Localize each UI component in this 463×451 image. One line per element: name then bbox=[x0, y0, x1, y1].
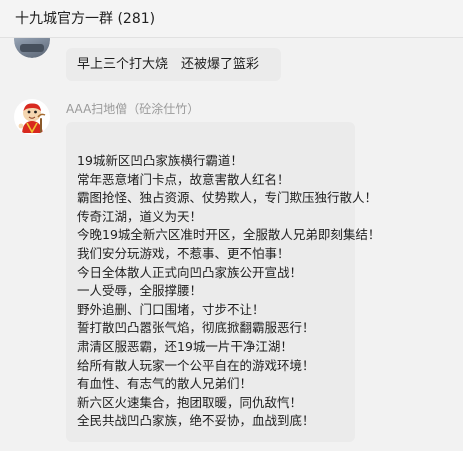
message-bubble[interactable]: 早上三个打大烧 还被爆了篮彩 bbox=[66, 48, 281, 81]
message-line: 全民共战凹凸家族，绝不妥协，血战到底！ bbox=[77, 413, 315, 429]
message-body: 19城新区凹凸家族横行霸道！ 常年恶意堵门卡点，故意害散人红名！ 霸图抢怪、独占… bbox=[77, 152, 380, 431]
message-line: 给所有散人玩家一个公平自在的游戏环境！ bbox=[77, 357, 315, 373]
message-line: 肃清区服恶霸，还19城一片干净江湖！ bbox=[77, 338, 293, 354]
chat-window: 十九城官方一群 (281) 早上三个打大烧 还被爆了篮彩 AAA扫地僧（砼涂仕竹… bbox=[0, 0, 463, 451]
message-line: 有血性、有志气的散人兄弟们！ bbox=[77, 376, 253, 392]
message-bubble[interactable]: 19城新区凹凸家族横行霸道！ 常年恶意堵门卡点，故意害散人红名！ 霸图抢怪、独占… bbox=[66, 122, 380, 442]
message-line: 野外追删、门口围堵，寸步不让！ bbox=[77, 301, 265, 317]
sender-name[interactable]: AAA扫地僧（砼涂仕竹） bbox=[66, 102, 199, 116]
message-line: 新六区火速集合，抱团取暖，同仇敌忾！ bbox=[77, 394, 303, 410]
group-title[interactable]: 十九城官方一群 (281) bbox=[15, 11, 155, 27]
message-text: 早上三个打大烧 还被爆了篮彩 bbox=[77, 57, 260, 72]
message-line: 常年恶意堵门卡点，故意害散人红名！ bbox=[77, 171, 290, 187]
message-line: 今晚19城全新六区准时开区，全服散人兄弟即刻集结！ bbox=[77, 227, 381, 243]
message-line: 今日全体散人正式向凹凸家族公开宣战！ bbox=[77, 264, 303, 280]
message-list[interactable]: 早上三个打大烧 还被爆了篮彩 AAA扫地僧（砼涂仕竹） 19城新区凹凸家族横行霸… bbox=[0, 38, 463, 451]
message-line: 一人受辱，全服撑腰！ bbox=[77, 283, 203, 299]
message-line: 霸图抢怪、独占资源、仗势欺人，专门欺压独行散人！ bbox=[77, 190, 378, 206]
chat-header: 十九城官方一群 (281) bbox=[0, 0, 463, 38]
message-line: 19城新区凹凸家族横行霸道！ bbox=[77, 153, 243, 168]
message-line: 誓打散凹凸嚣张气焰，彻底掀翻霸服恶行！ bbox=[77, 320, 315, 336]
message-line: 我们安分玩游戏，不惹事、更不怕事！ bbox=[77, 245, 290, 261]
cartoon-monk-avatar-icon[interactable] bbox=[14, 99, 50, 135]
avatar-icon[interactable] bbox=[14, 38, 50, 58]
message-line: 传奇江湖，道义为天！ bbox=[77, 208, 203, 224]
